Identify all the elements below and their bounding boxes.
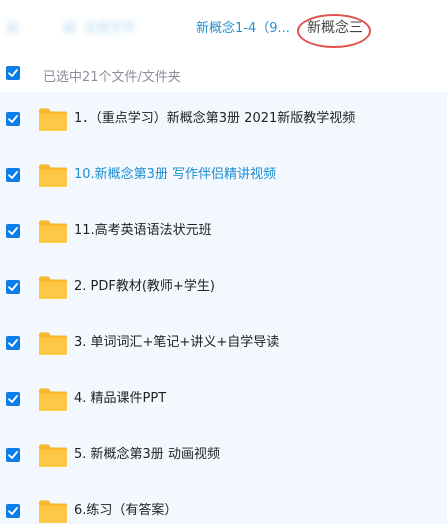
list-item[interactable]: 1．（重点学习）新概念第3册 2021新版教学视频 — [0, 92, 447, 148]
checkbox-checked-icon[interactable] — [6, 336, 20, 350]
breadcrumb-back[interactable]: 返 — [6, 20, 19, 38]
breadcrumb-new-concept-1-4[interactable]: 新概念1-4（9... — [196, 20, 290, 38]
checkbox-checked-icon[interactable] — [6, 224, 20, 238]
checkbox-checked-icon[interactable] — [6, 504, 20, 518]
list-item[interactable]: 2. PDF教材(教师+学生) — [0, 260, 447, 316]
file-name[interactable]: 5. 新概念第3册 动画视频 — [74, 446, 220, 464]
folder-icon — [39, 220, 67, 243]
file-name[interactable]: 11.高考英语语法状元班 — [74, 222, 212, 240]
list-item[interactable]: 4. 精品课件PPT — [0, 372, 447, 428]
folder-icon — [39, 276, 67, 299]
list-item[interactable]: 10.新概念第3册 写作伴侣精讲视频 — [0, 148, 447, 204]
folder-icon — [39, 444, 67, 467]
folder-icon — [39, 500, 67, 523]
breadcrumb: 返 级 全部文件 新概念1-4（9... 新概念三 — [0, 0, 447, 58]
folder-icon — [39, 388, 67, 411]
file-name[interactable]: 6.练习（有答案） — [74, 502, 177, 520]
file-browser: 返 级 全部文件 新概念1-4（9... 新概念三 已选中21个文件/文件夹 1… — [0, 0, 447, 524]
checkbox-checked-icon[interactable] — [6, 448, 20, 462]
selection-summary: 已选中21个文件/文件夹 — [43, 70, 181, 85]
file-list: 1．（重点学习）新概念第3册 2021新版教学视频 10.新概念第3册 写作伴侣… — [0, 92, 447, 524]
file-name[interactable]: 2. PDF教材(教师+学生) — [74, 278, 215, 296]
checkmark-icon — [8, 69, 18, 77]
checkbox-checked-icon[interactable] — [6, 112, 20, 126]
checkbox-checked-icon[interactable] — [6, 168, 20, 182]
highlight-circle-annotation — [297, 14, 371, 48]
folder-icon — [39, 164, 67, 187]
file-name[interactable]: 1．（重点学习）新概念第3册 2021新版教学视频 — [74, 110, 355, 128]
list-item[interactable]: 5. 新概念第3册 动画视频 — [0, 428, 447, 484]
file-name[interactable]: 3. 单词词汇+笔记+讲义+自学导读 — [74, 334, 279, 352]
breadcrumb-all-files[interactable]: 全部文件 — [84, 20, 136, 38]
select-all-checkbox[interactable] — [6, 66, 20, 80]
breadcrumb-parent-level[interactable]: 级 — [63, 20, 76, 38]
list-item[interactable]: 3. 单词词汇+笔记+讲义+自学导读 — [0, 316, 447, 372]
list-item[interactable]: 6.练习（有答案） — [0, 484, 447, 524]
checkbox-checked-icon[interactable] — [6, 392, 20, 406]
list-item[interactable]: 11.高考英语语法状元班 — [0, 204, 447, 260]
checkbox-checked-icon[interactable] — [6, 280, 20, 294]
file-name[interactable]: 4. 精品课件PPT — [74, 390, 166, 408]
folder-icon — [39, 108, 67, 131]
file-name[interactable]: 10.新概念第3册 写作伴侣精讲视频 — [74, 166, 276, 184]
folder-icon — [39, 332, 67, 355]
selection-bar: 已选中21个文件/文件夹 — [0, 58, 447, 92]
